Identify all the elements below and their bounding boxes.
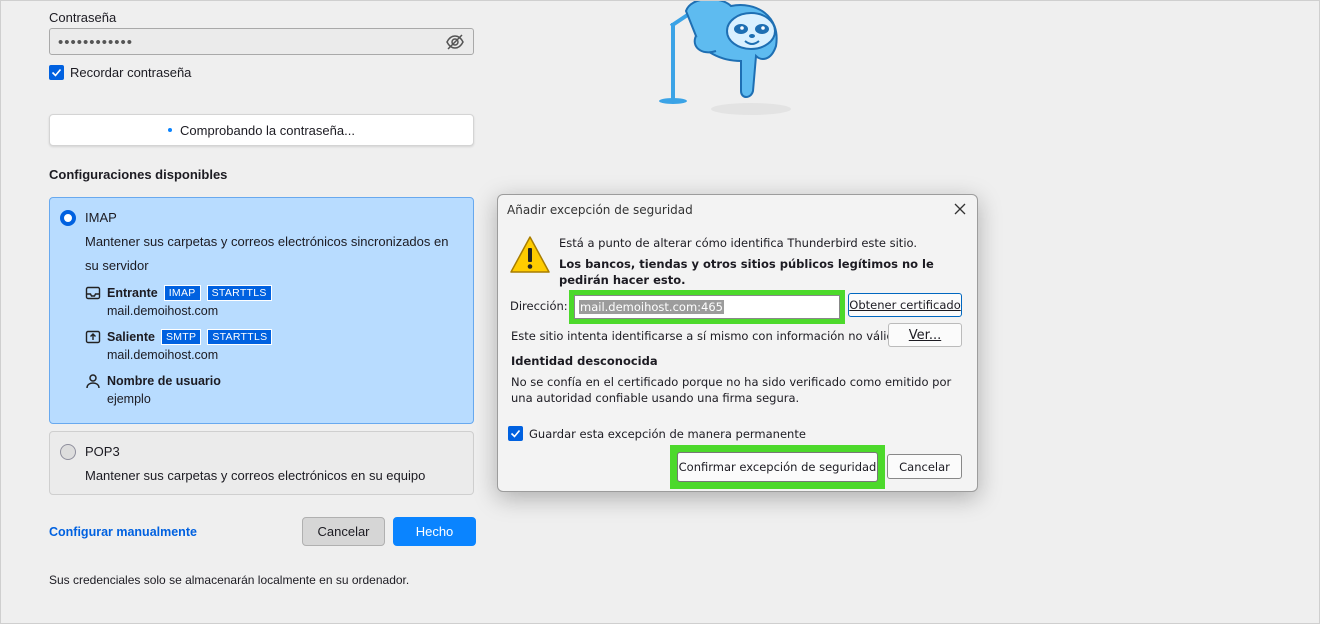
imap-description: Mantener sus carpetas y correos electrón… bbox=[85, 234, 449, 273]
credentials-note: Sus credenciales solo se almacenarán loc… bbox=[49, 573, 410, 587]
checking-password-button[interactable]: Comprobando la contraseña... bbox=[49, 114, 474, 146]
remember-password-label: Recordar contraseña bbox=[70, 65, 192, 80]
inbox-icon bbox=[85, 286, 101, 300]
incoming-host: mail.demoihost.com bbox=[107, 304, 219, 318]
sloth-illustration bbox=[659, 1, 791, 115]
cancel-button[interactable]: Cancelar bbox=[302, 517, 385, 546]
pop3-radio[interactable] bbox=[60, 444, 76, 460]
outgoing-label: Saliente bbox=[107, 330, 155, 344]
unknown-identity-description: No se confía en el certificado porque no… bbox=[511, 375, 952, 405]
unknown-identity-title: Identidad desconocida bbox=[511, 354, 658, 368]
checking-label: Comprobando la contraseña... bbox=[180, 122, 355, 138]
incoming-label: Entrante bbox=[107, 286, 158, 300]
password-input[interactable]: •••••••••••• bbox=[49, 28, 474, 55]
warning-icon bbox=[510, 236, 550, 273]
dialog-warning-text: Está a punto de alterar cómo identifica … bbox=[559, 236, 918, 250]
imap-radio[interactable] bbox=[60, 210, 76, 226]
security-exception-dialog: Añadir excepción de seguridad Está a pun… bbox=[497, 194, 978, 492]
confirm-exception-button[interactable]: Confirmar excepción de seguridad bbox=[677, 452, 878, 482]
outbox-icon bbox=[85, 330, 101, 344]
address-label: Dirección: bbox=[510, 299, 568, 313]
view-button[interactable]: Ver... bbox=[888, 323, 962, 347]
permanent-exception-label: Guardar esta excepción de manera permane… bbox=[529, 426, 806, 441]
pop3-option-card[interactable]: POP3 Mantener sus carpetas y correos ele… bbox=[49, 431, 474, 495]
done-button[interactable]: Hecho bbox=[393, 517, 476, 546]
checkbox-checked-icon bbox=[49, 65, 64, 80]
address-value: mail.demoihost.com:465 bbox=[579, 300, 724, 314]
password-label: Contraseña bbox=[49, 10, 117, 25]
confirm-highlight: Confirmar excepción de seguridad bbox=[670, 445, 885, 489]
permanent-exception-checkbox[interactable]: Guardar esta excepción de manera permane… bbox=[508, 426, 806, 441]
manual-config-link[interactable]: Configurar manualmente bbox=[49, 525, 197, 539]
dialog-title: Añadir excepción de seguridad bbox=[507, 203, 693, 217]
address-highlight: mail.demoihost.com:465 bbox=[569, 290, 845, 324]
get-certificate-button[interactable]: Obtener certificado bbox=[848, 293, 962, 317]
outgoing-host: mail.demoihost.com bbox=[107, 348, 219, 362]
spinner-dot-icon bbox=[168, 128, 173, 132]
checkbox-checked-icon bbox=[508, 426, 523, 441]
user-icon bbox=[86, 374, 100, 389]
password-value: •••••••••••• bbox=[58, 34, 134, 51]
imap-name: IMAP bbox=[85, 210, 117, 225]
dialog-warning-bold-text: Los bancos, tiendas y otros sitios públi… bbox=[559, 257, 934, 287]
outgoing-protocol-tag: SMTP bbox=[160, 329, 202, 345]
incoming-security-tag: STARTTLS bbox=[206, 285, 272, 301]
close-icon[interactable] bbox=[951, 200, 969, 218]
username-label: Nombre de usuario bbox=[107, 374, 221, 388]
imap-option-card[interactable]: IMAP Mantener sus carpetas y correos ele… bbox=[49, 197, 474, 424]
outgoing-server-row: Saliente SMTP STARTTLS bbox=[85, 329, 273, 345]
pop3-name: POP3 bbox=[85, 444, 120, 459]
invalid-identity-text: Este sitio intenta identificarse a sí mi… bbox=[511, 329, 905, 343]
username-row: Nombre de usuario bbox=[85, 373, 221, 389]
outgoing-security-tag: STARTTLS bbox=[207, 329, 273, 345]
incoming-server-row: Entrante IMAP STARTTLS bbox=[85, 285, 272, 301]
dialog-cancel-button[interactable]: Cancelar bbox=[887, 454, 962, 479]
configs-title: Configuraciones disponibles bbox=[49, 167, 228, 182]
username-value: ejemplo bbox=[107, 392, 151, 406]
eye-slash-icon[interactable] bbox=[445, 32, 465, 52]
address-input[interactable]: mail.demoihost.com:465 bbox=[574, 295, 840, 319]
pop3-description: Mantener sus carpetas y correos electrón… bbox=[85, 468, 426, 483]
remember-password-checkbox[interactable]: Recordar contraseña bbox=[49, 65, 191, 80]
incoming-protocol-tag: IMAP bbox=[163, 285, 201, 301]
